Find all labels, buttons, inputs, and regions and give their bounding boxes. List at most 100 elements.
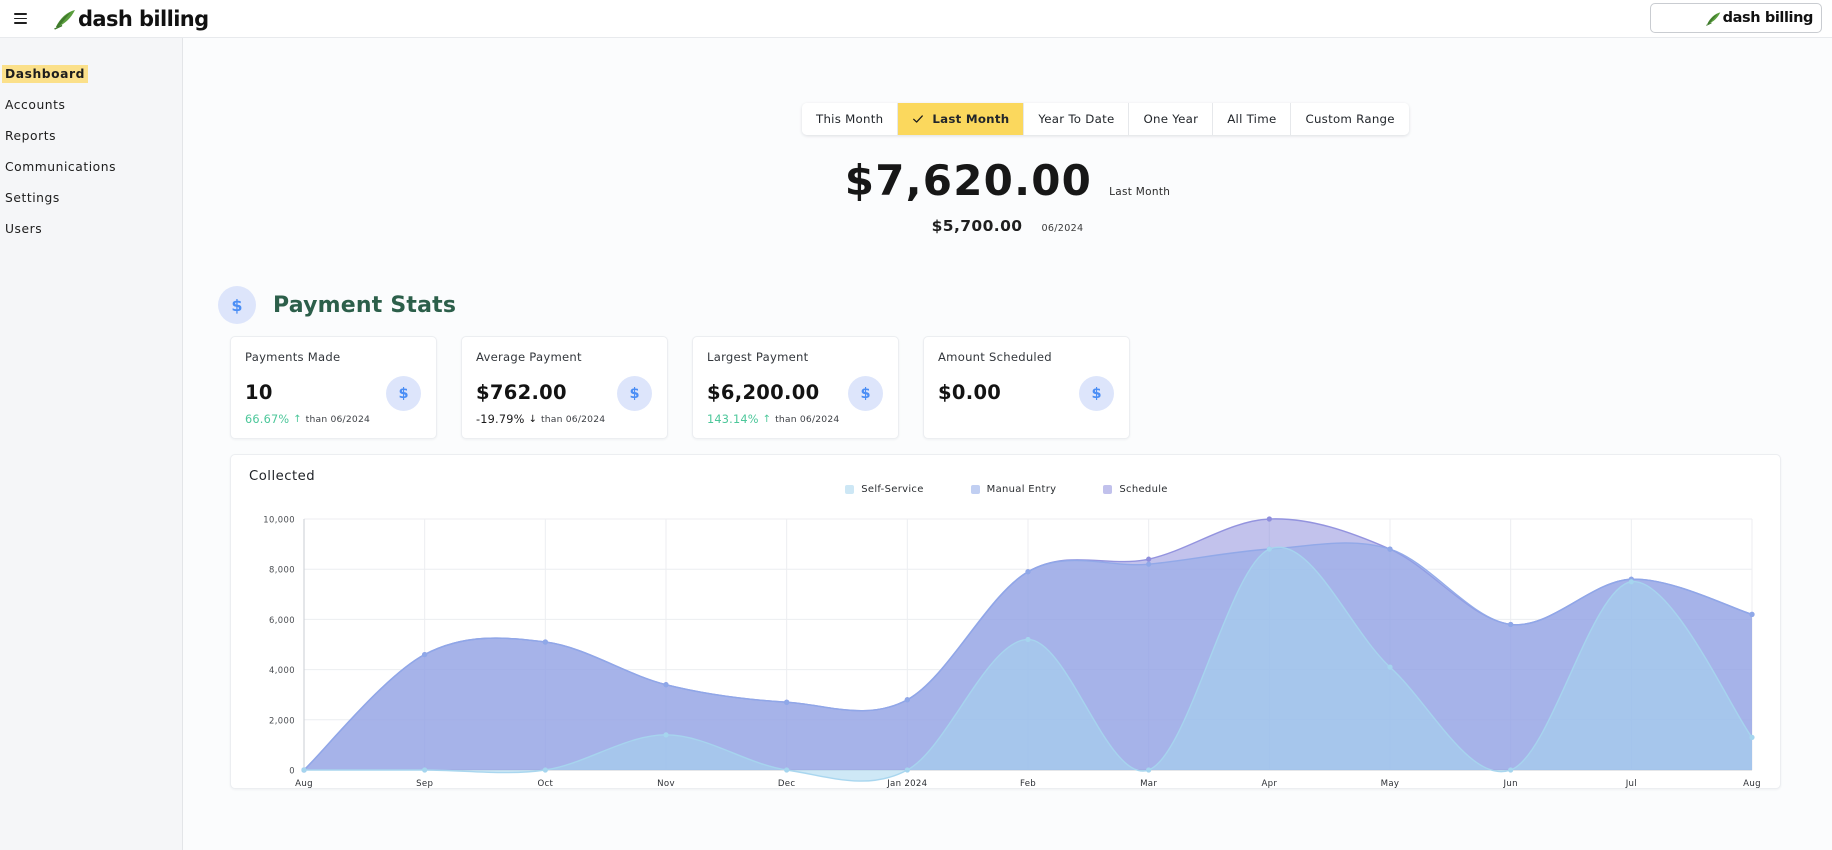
legend-item-self-service[interactable]: Self-Service: [845, 484, 923, 495]
hero-total-amount: $7,620.00: [844, 156, 1093, 205]
chart-data-point: [784, 767, 790, 773]
check-icon: [913, 115, 924, 123]
hero-compare-period: 06/2024: [1041, 223, 1084, 234]
range-option-label: Last Month: [932, 112, 1010, 126]
legend-swatch-icon: [1103, 485, 1113, 494]
sidebar-item-label: Dashboard: [2, 64, 88, 83]
hero-period-label: Last Month: [1109, 186, 1171, 198]
top-bar: dash billing dash billing: [0, 0, 1832, 38]
stat-card-title: Amount Scheduled: [938, 350, 1052, 364]
legend-label: Self-Service: [861, 484, 924, 495]
x-axis-tick-label: Sep: [416, 779, 433, 789]
chart-data-point: [1146, 556, 1152, 562]
hero-compare-amount: $5,700.00: [931, 217, 1023, 235]
chart-data-point: [1508, 621, 1514, 628]
chart-data-point: [301, 767, 307, 773]
app-logo[interactable]: dash billing: [53, 7, 209, 31]
sidebar: Dashboard Accounts Reports Communication…: [0, 38, 183, 850]
range-option-year-to-date[interactable]: Year To Date: [1024, 103, 1130, 135]
hamburger-bar: [13, 17, 27, 20]
sidebar-item-accounts[interactable]: Accounts: [0, 89, 182, 120]
range-option-all-time[interactable]: All Time: [1213, 103, 1292, 135]
sidebar-item-communications[interactable]: Communications: [0, 151, 182, 182]
chart-data-point: [1025, 569, 1031, 575]
stat-card-title: Largest Payment: [707, 350, 809, 364]
x-axis-tick-label: Oct: [537, 779, 553, 789]
chart-data-point: [663, 682, 669, 688]
legend-item-manual-entry[interactable]: Manual Entry: [970, 484, 1057, 495]
stat-card-delta: 66.67% ↑ than 06/2024: [245, 413, 422, 426]
chart-data-point: [1266, 516, 1272, 522]
delta-percent: 66.67%: [245, 413, 290, 426]
x-axis-tick-label: Jun: [1503, 779, 1518, 789]
hamburger-bar: [13, 13, 27, 15]
range-option-this-month[interactable]: This Month: [802, 103, 899, 135]
dollar-icon: $: [1079, 376, 1114, 411]
hero-compare-row: $5,700.00 06/2024: [183, 217, 1832, 235]
x-axis-tick-label: Jul: [1625, 779, 1637, 789]
chart-data-point: [1146, 561, 1152, 567]
x-axis-tick-label: May: [1381, 779, 1400, 789]
stat-card-delta: 143.14% ↑ than 06/2024: [707, 413, 884, 426]
stat-card-largest-payment[interactable]: Largest Payment $6,200.00 143.14% ↑ than…: [692, 336, 899, 439]
chart-data-point: [1387, 546, 1393, 552]
x-axis-tick-label: Aug: [295, 779, 313, 789]
sidebar-item-label: Settings: [5, 190, 60, 205]
sidebar-item-users[interactable]: Users: [0, 213, 182, 244]
collected-area-chart[interactable]: 0 2,000 4,000 6,000 8,000 10,000 Aug Sep Oct Nov D…: [231, 505, 1782, 790]
arrow-up-icon: ↑: [762, 414, 772, 425]
chart-data-point: [1266, 546, 1272, 552]
tenant-logo-box[interactable]: dash billing: [1650, 3, 1822, 33]
chart-title: Collected: [249, 469, 316, 484]
x-axis-tick-label: Aug: [1743, 779, 1761, 789]
dollar-icon: $: [218, 286, 256, 324]
range-option-one-year[interactable]: One Year: [1129, 103, 1214, 135]
chart-data-point: [904, 697, 910, 703]
y-axis-tick-label: 4,000: [269, 665, 295, 675]
chart-data-point: [542, 639, 548, 645]
delta-percent: 143.14%: [707, 413, 759, 426]
stat-card-average-payment[interactable]: Average Payment $762.00 -19.79% ↓ than 0…: [461, 336, 668, 439]
chart-data-point: [542, 767, 548, 773]
chart-data-point: [1025, 636, 1031, 643]
chart-data-point: [1628, 579, 1634, 585]
page-title: Payment Stats: [273, 292, 457, 318]
chart-data-point: [784, 699, 790, 705]
date-range-selector: This Month Last Month Year To Date One Y…: [802, 103, 1409, 135]
stat-card-delta: -19.79% ↓ than 06/2024: [476, 413, 653, 426]
leaf-icon: [54, 9, 75, 30]
stat-card-title: Payments Made: [245, 350, 341, 364]
stat-card-list: Payments Made 10 66.67% ↑ than 06/2024 $…: [230, 336, 1130, 439]
sidebar-item-label: Users: [5, 221, 43, 236]
sidebar-item-label: Reports: [5, 128, 57, 143]
sidebar-item-dashboard[interactable]: Dashboard: [0, 58, 182, 89]
legend-swatch-icon: [845, 485, 855, 494]
sidebar-item-label: Communications: [5, 159, 117, 174]
stat-card-amount-scheduled[interactable]: Amount Scheduled $0.00 $: [923, 336, 1130, 439]
range-option-label: One Year: [1143, 112, 1199, 126]
chart-data-point: [663, 732, 669, 738]
leaf-icon: [1705, 11, 1720, 26]
range-option-custom-range[interactable]: Custom Range: [1291, 103, 1409, 135]
delta-comparison-text: than 06/2024: [775, 414, 840, 425]
app-logo-text: dash billing: [78, 6, 209, 31]
x-axis-tick-label: Jan 2024: [886, 779, 927, 789]
legend-item-schedule[interactable]: Schedule: [1103, 484, 1167, 495]
range-option-last-month[interactable]: Last Month: [898, 103, 1025, 135]
arrow-down-icon: ↓: [528, 414, 537, 425]
hamburger-menu-icon[interactable]: [9, 8, 31, 30]
legend-swatch-icon: [970, 485, 980, 494]
delta-comparison-text: than 06/2024: [305, 414, 371, 425]
sidebar-item-reports[interactable]: Reports: [0, 120, 182, 151]
dollar-icon: $: [848, 376, 883, 411]
chart-data-point: [904, 767, 910, 773]
chart-data-point: [1749, 734, 1755, 740]
x-axis-tick-label: Apr: [1261, 779, 1277, 789]
legend-label: Schedule: [1119, 484, 1168, 495]
dollar-icon: $: [386, 376, 421, 411]
chart-data-point: [422, 767, 428, 773]
sidebar-item-settings[interactable]: Settings: [0, 182, 182, 213]
collected-chart-card: Collected Self-Service Manual Entry Sche…: [230, 454, 1781, 789]
delta-percent: -19.79%: [476, 413, 525, 426]
stat-card-payments-made[interactable]: Payments Made 10 66.67% ↑ than 06/2024 $: [230, 336, 437, 439]
